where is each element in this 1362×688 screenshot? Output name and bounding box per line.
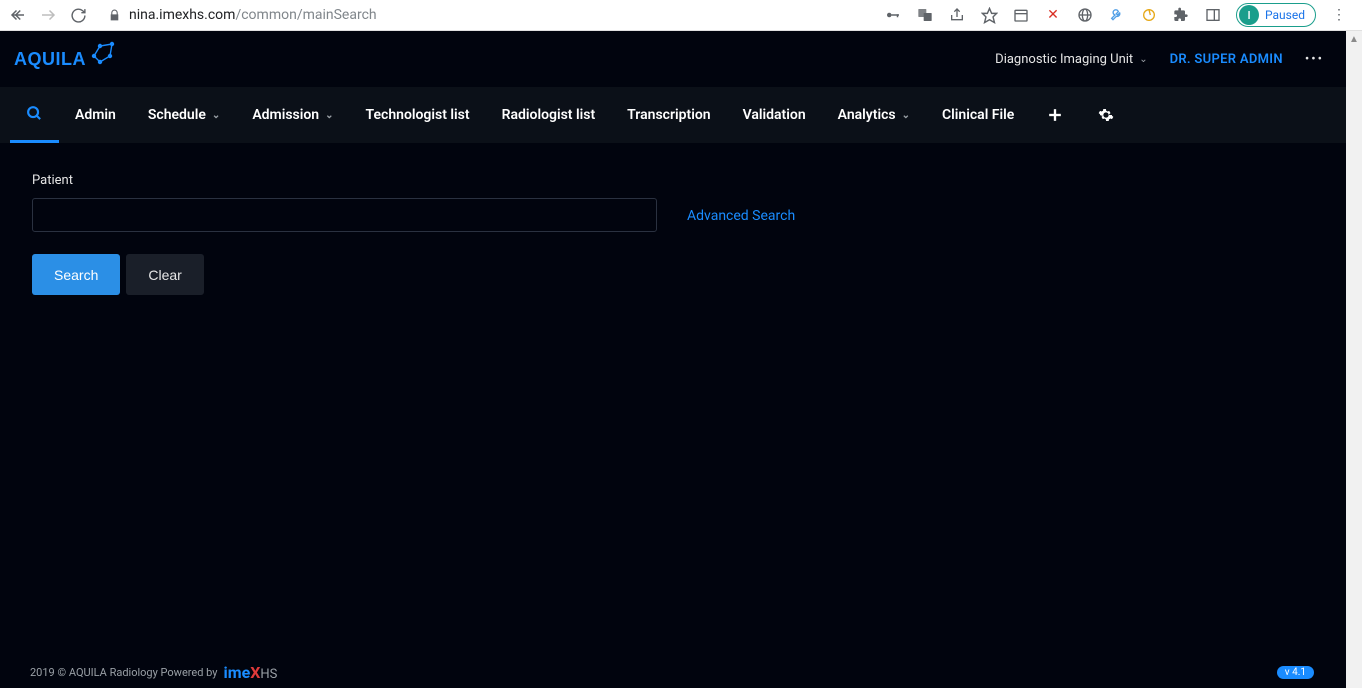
forward-button[interactable]: [38, 5, 58, 25]
address-bar[interactable]: nina.imexhs.com/common/mainSearch: [98, 7, 874, 23]
more-menu-icon[interactable]: •••: [1305, 52, 1324, 67]
patient-input[interactable]: [32, 198, 657, 232]
footer: 2019 © AQUILA Radiology Powered by imeXH…: [0, 656, 1346, 688]
nav-add[interactable]: [1030, 87, 1080, 143]
share-icon[interactable]: [948, 6, 966, 24]
chevron-down-icon: ⌄: [902, 110, 910, 121]
nav-label: Technologist list: [366, 107, 470, 123]
url-text: nina.imexhs.com/common/mainSearch: [129, 7, 377, 23]
nav-label: Radiologist list: [502, 107, 596, 123]
star-icon[interactable]: [980, 6, 998, 24]
unit-dropdown[interactable]: Diagnostic Imaging Unit ⌄: [995, 52, 1147, 67]
back-button[interactable]: [8, 5, 28, 25]
patient-label: Patient: [32, 173, 657, 188]
chevron-down-icon: ⌄: [212, 110, 220, 121]
wrench-icon[interactable]: [1108, 6, 1126, 24]
nav-label: Analytics: [838, 107, 896, 123]
scrollbar[interactable]: ▲: [1346, 31, 1362, 688]
nav-settings[interactable]: [1080, 87, 1132, 143]
nav-transcription[interactable]: Transcription: [611, 87, 726, 143]
plus-icon: [1048, 108, 1062, 122]
calendar-icon[interactable]: [1012, 6, 1030, 24]
nav-technologist[interactable]: Technologist list: [350, 87, 486, 143]
avatar: I: [1239, 5, 1259, 25]
user-name[interactable]: DR. SUPER ADMIN: [1170, 52, 1283, 67]
nav-label: Clinical File: [942, 107, 1014, 123]
profile-chip[interactable]: I Paused: [1236, 3, 1316, 27]
advanced-search-link[interactable]: Advanced Search: [687, 208, 795, 224]
nav-label: Admin: [75, 107, 116, 123]
key-icon[interactable]: [884, 6, 902, 24]
nav-label: Validation: [743, 107, 806, 123]
nav-schedule[interactable]: Schedule ⌄: [132, 87, 236, 143]
footer-copyright: 2019 © AQUILA Radiology Powered by: [30, 666, 218, 679]
chevron-down-icon: ⌄: [1139, 54, 1147, 65]
circle-ext-icon[interactable]: [1140, 6, 1158, 24]
nav-label: Transcription: [627, 107, 710, 123]
nav-admin[interactable]: Admin: [59, 87, 132, 143]
search-icon: [26, 105, 43, 122]
gear-icon: [1098, 107, 1114, 123]
scroll-up-icon[interactable]: ▲: [1346, 31, 1362, 47]
clear-button[interactable]: Clear: [126, 254, 203, 295]
unit-label: Diagnostic Imaging Unit: [995, 52, 1133, 67]
footer-brand: imeXHS: [224, 663, 278, 682]
extensions-icon[interactable]: [1172, 6, 1190, 24]
browser-toolbar: nina.imexhs.com/common/mainSearch ✕: [0, 0, 1362, 31]
nav-admission[interactable]: Admission ⌄: [236, 87, 349, 143]
main-nav: Admin Schedule ⌄ Admission ⌄ Technologis…: [0, 87, 1346, 143]
profile-status: Paused: [1265, 8, 1305, 22]
nav-label: Admission: [252, 107, 319, 123]
version-badge: v 4.1: [1277, 666, 1314, 679]
chevron-down-icon: ⌄: [325, 110, 333, 121]
logo-icon: [90, 40, 116, 66]
nav-clinical-file[interactable]: Clinical File: [926, 87, 1030, 143]
nav-analytics[interactable]: Analytics ⌄: [822, 87, 926, 143]
nav-validation[interactable]: Validation: [727, 87, 822, 143]
reload-button[interactable]: [68, 5, 88, 25]
panel-icon[interactable]: [1204, 6, 1222, 24]
nav-radiologist[interactable]: Radiologist list: [486, 87, 612, 143]
globe-icon[interactable]: [1076, 6, 1094, 24]
search-panel: Patient Search Clear Advanced Search: [0, 143, 1346, 325]
translate-icon[interactable]: [916, 6, 934, 24]
lock-icon: [108, 9, 121, 22]
logo-text: AQUILA: [14, 49, 86, 70]
nav-label: Schedule: [148, 107, 206, 123]
ext-icon-1[interactable]: ✕: [1044, 6, 1062, 24]
logo[interactable]: AQUILA: [14, 49, 116, 70]
app-header: AQUILA Diagnostic Imaging Unit ⌄ DR. SUP…: [0, 31, 1346, 87]
nav-search[interactable]: [10, 87, 59, 143]
kebab-menu-icon[interactable]: ⋮: [1330, 6, 1348, 24]
search-button[interactable]: Search: [32, 254, 120, 295]
